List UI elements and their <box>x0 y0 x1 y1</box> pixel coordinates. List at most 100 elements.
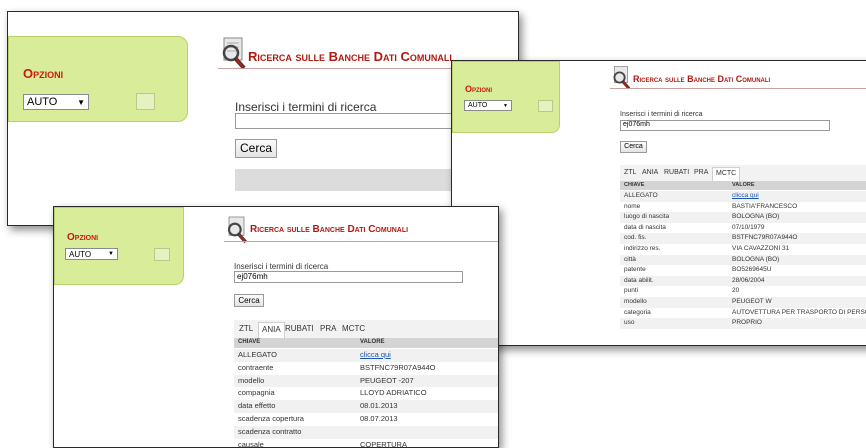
tab-ania[interactable]: ANIA <box>642 169 658 176</box>
title-underline <box>610 88 866 89</box>
search-label: Inserisci i termini di ricerca <box>620 111 703 118</box>
row-key: data effetto <box>238 401 276 411</box>
table-row: nome BASTIA'FRANCESCO <box>620 202 866 213</box>
vehicle-type-select[interactable]: AUTO ▼ <box>464 100 512 111</box>
tab-ania[interactable]: ANIA <box>258 322 285 338</box>
row-value: 28/06/2004 <box>732 276 765 284</box>
search-label: Inserisci i termini di ricerca <box>235 100 377 114</box>
tab-mctc[interactable]: MCTC <box>342 324 365 333</box>
table-row: contraente BSTFNC79R07A944O <box>234 362 498 375</box>
table-header: CHIAVE VALORE <box>234 338 498 348</box>
search-button[interactable]: Cerca <box>620 141 647 153</box>
table-row: ALLEGATO clicca qui <box>234 349 498 362</box>
page-title: Ricerca sulle Banche Dati Comunali <box>250 224 409 235</box>
table-row: modello PEUGEOT W <box>620 297 866 308</box>
options-apply-button[interactable] <box>136 93 155 110</box>
source-tabs: ZTL ANIA RUBATI PRA MCTC <box>620 165 866 182</box>
row-key: indirizzo res. <box>624 245 661 252</box>
window-ania: Opzioni AUTO ▼ Ricerca sulle Banche Dati… <box>53 206 499 448</box>
attachment-link[interactable]: clicca qui <box>360 350 391 359</box>
chevron-down-icon: ▼ <box>503 103 508 109</box>
row-key: uso <box>624 319 635 327</box>
search-input[interactable]: ej076mh <box>620 120 830 131</box>
tab-rubati[interactable]: RUBATI <box>285 324 314 333</box>
row-key: scadenza contratto <box>238 426 302 436</box>
table-header: CHIAVE VALORE <box>620 181 866 190</box>
options-apply-button[interactable] <box>154 248 170 261</box>
table-row: data abilit. 28/06/2004 <box>620 275 866 287</box>
column-value-header: VALORE <box>360 339 385 345</box>
search-label: Inserisci i termini di ricerca <box>234 262 329 271</box>
row-key: compagnia <box>238 388 275 398</box>
row-value: PEUGEOT -207 <box>360 375 414 385</box>
page-title: Ricerca sulle Banche Dati Comunali <box>248 49 452 64</box>
row-key: cod. fis. <box>624 234 647 242</box>
tab-rubati[interactable]: RUBATI <box>664 169 689 176</box>
table-row: uso PROPRIO <box>620 318 866 329</box>
row-key: ALLEGATO <box>624 192 658 199</box>
tab-ztl[interactable]: ZTL <box>239 324 253 333</box>
options-title: Opzioni <box>465 84 493 94</box>
table-row: modello PEUGEOT -207 <box>234 374 498 388</box>
tab-pra[interactable]: PRA <box>320 324 336 333</box>
column-value-header: VALORE <box>732 182 755 188</box>
search-button[interactable]: Cerca <box>234 294 264 307</box>
row-value: BOLOGNA (BO) <box>732 255 780 263</box>
row-key: luogo di nascita <box>624 213 670 221</box>
row-key: scadenza copertura <box>238 414 304 423</box>
row-value: 20 <box>732 287 740 295</box>
magnifier-logo-icon <box>222 37 246 70</box>
table-row: causale COPERTURA <box>234 439 498 448</box>
row-key: modello <box>624 298 647 305</box>
search-input[interactable]: ej076mh <box>234 271 463 283</box>
table-row: punti 20 <box>620 286 866 297</box>
row-key: categoria <box>624 308 651 316</box>
row-value: AUTOVETTURA PER TRASPORTO DI PERSONE <box>732 308 866 316</box>
table-row: data effetto 08.01.2013 <box>234 400 498 413</box>
chevron-down-icon: ▼ <box>108 251 114 257</box>
options-apply-button[interactable] <box>538 100 553 112</box>
magnifier-logo-icon <box>613 66 631 90</box>
row-key: data di nascita <box>624 223 666 231</box>
vehicle-type-select[interactable]: AUTO ▼ <box>65 248 118 260</box>
row-key: patente <box>624 266 646 274</box>
row-value: PEUGEOT W <box>732 298 772 305</box>
tab-mctc[interactable]: MCTC <box>712 167 741 181</box>
table-row: patente BO5269645U <box>620 265 866 276</box>
attachment-link[interactable]: clicca qui <box>732 192 759 199</box>
table-row: compagnia LLOYD ADRIATICO <box>234 387 498 400</box>
options-title: Opzioni <box>23 66 64 81</box>
tab-pra[interactable]: PRA <box>694 169 708 176</box>
table-row: indirizzo res. VIA CAVAZZONI 31 <box>620 244 866 255</box>
row-value: 08.07.2013 <box>360 414 398 423</box>
row-key: contraente <box>238 362 274 372</box>
options-panel: Opzioni AUTO ▼ <box>452 61 560 133</box>
row-value: 07/10/1979 <box>732 223 765 231</box>
options-panel: Opzioni AUTO ▼ <box>54 207 184 285</box>
row-key: nome <box>624 202 641 210</box>
magnifier-logo-icon <box>227 216 247 244</box>
tab-ztl[interactable]: ZTL <box>624 169 636 176</box>
table-row: luogo di nascita BOLOGNA (BO) <box>620 212 866 223</box>
page-title: Ricerca sulle Banche Dati Comunali <box>633 74 771 84</box>
chevron-down-icon: ▼ <box>77 98 85 107</box>
table-row: cod. fis. BSTFNC79R07A944O <box>620 233 866 244</box>
row-value: BASTIA'FRANCESCO <box>732 202 798 210</box>
options-title: Opzioni <box>67 232 99 243</box>
vehicle-type-select[interactable]: AUTO ▼ <box>23 94 89 110</box>
search-button[interactable]: Cerca <box>235 139 277 158</box>
row-key: città <box>624 255 636 263</box>
row-value: LLOYD ADRIATICO <box>360 388 427 398</box>
table-row: città BOLOGNA (BO) <box>620 254 866 266</box>
row-value: 08.01.2013 <box>360 401 398 411</box>
row-key: punti <box>624 287 639 295</box>
row-value: PROPRIO <box>732 319 762 327</box>
source-tabs: ZTL ANIA RUBATI PRA MCTC <box>234 320 498 339</box>
column-key-header: CHIAVE <box>238 339 261 345</box>
row-key: modello <box>238 375 265 385</box>
table-row: scadenza contratto <box>234 425 498 439</box>
table-row: ALLEGATO clicca qui <box>620 191 866 202</box>
options-panel: Opzioni AUTO ▼ <box>8 36 188 122</box>
row-value: COPERTURA <box>360 439 407 448</box>
table-row: scadenza copertura 08.07.2013 <box>234 413 498 426</box>
